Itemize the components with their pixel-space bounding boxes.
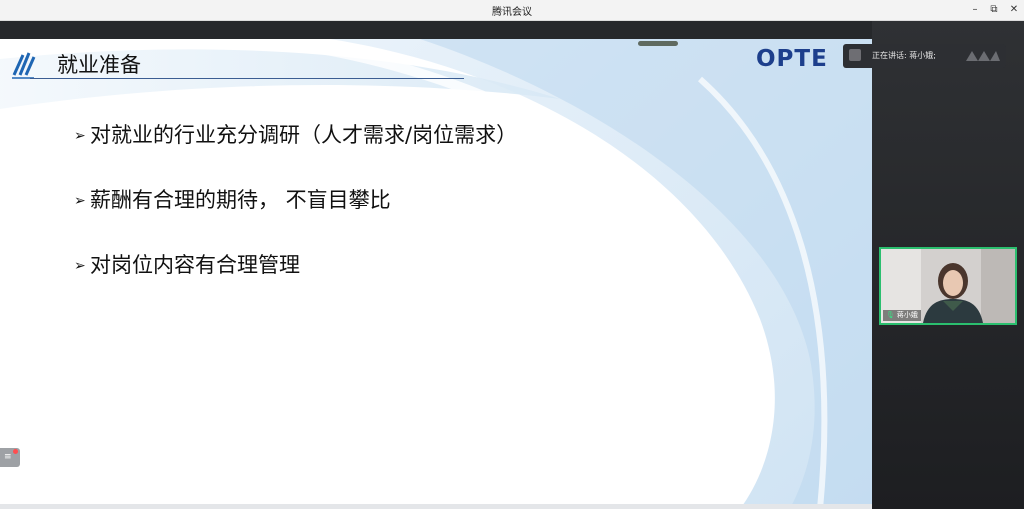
- bullet-item: ➢ 对岗位内容有合理管理: [74, 249, 300, 279]
- bullet-text: 薪酬有合理的期待， 不盲目攀比: [90, 188, 391, 212]
- minimize-button[interactable]: –: [966, 2, 984, 18]
- participant-name: 蒋小娥: [896, 311, 918, 319]
- close-button[interactable]: ✕: [1005, 2, 1023, 18]
- bottom-strip: [0, 504, 872, 509]
- window-title: 腾讯会议: [492, 7, 532, 18]
- drag-handle[interactable]: [638, 41, 678, 46]
- microphone-icon: 🎙: [886, 311, 895, 319]
- floating-list-button[interactable]: ≡: [0, 448, 20, 467]
- window-titlebar: 腾讯会议 – ⧉ ✕: [0, 0, 1024, 21]
- arrow-bullet-icon: ➢: [74, 193, 86, 209]
- bullet-item: ➢ 对就业的行业充分调研（人才需求/岗位需求）: [74, 119, 517, 149]
- notification-dot: [13, 449, 18, 454]
- bullet-item: ➢ 薪酬有合理的期待， 不盲目攀比: [74, 184, 391, 214]
- arrow-bullet-icon: ➢: [74, 128, 86, 144]
- top-toolbar-strip: [0, 21, 872, 39]
- company-logo: OPTE: [756, 46, 828, 72]
- restore-button[interactable]: ⧉: [985, 2, 1003, 18]
- speaker-avatar-icon: [849, 49, 861, 61]
- bullet-text: 对就业的行业充分调研（人才需求/岗位需求）: [90, 123, 518, 147]
- bullet-text: 对岗位内容有合理管理: [90, 253, 300, 277]
- pencil-icon: [12, 52, 36, 79]
- slide-title: 就业准备: [57, 53, 141, 77]
- participant-name-tag: 🎙 蒋小娥: [883, 310, 921, 321]
- shared-slide: 就业准备 OPTE ➢ 对就业的行业充分调研（人才需求/岗位需求） ➢ 薪酬有合理的…: [0, 39, 872, 509]
- speaking-label: 正在讲话: 蒋小娥;: [872, 51, 936, 60]
- list-icon: ≡: [4, 452, 12, 462]
- audio-wave-icon: [966, 51, 1000, 61]
- participant-video-tile[interactable]: 🎙 蒋小娥: [879, 247, 1017, 325]
- arrow-bullet-icon: ➢: [74, 258, 86, 274]
- title-underline: [30, 78, 464, 79]
